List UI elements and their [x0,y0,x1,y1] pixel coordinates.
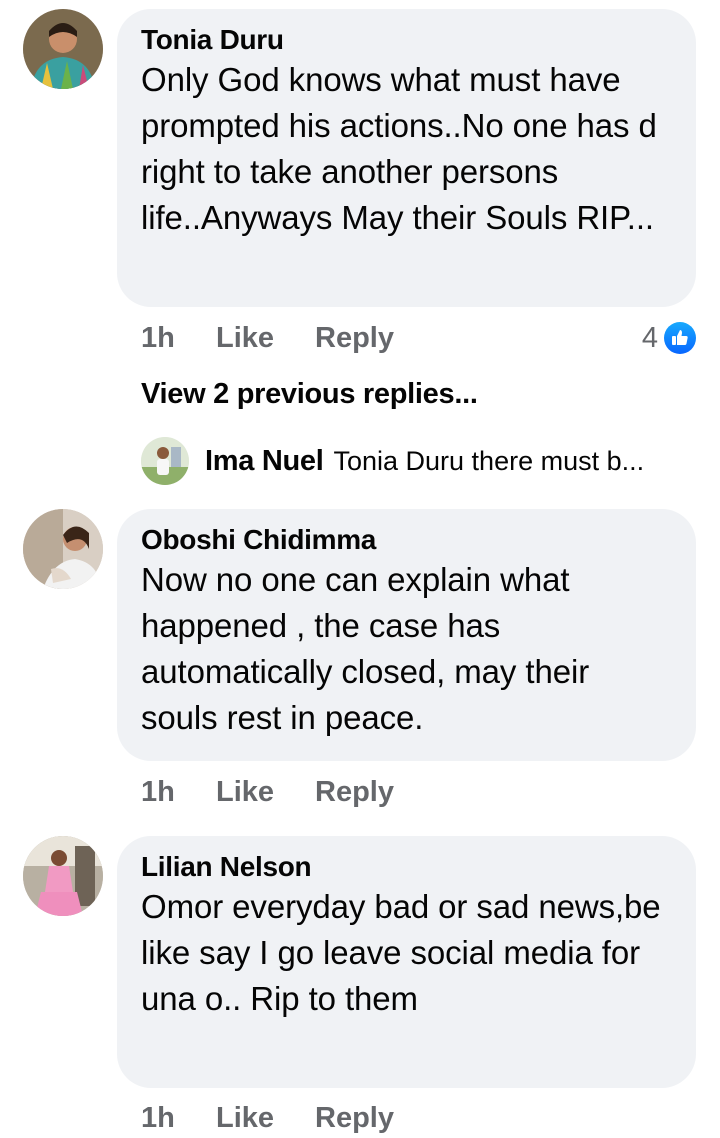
avatar-tonia-duru[interactable] [23,9,103,89]
view-previous-replies-link[interactable]: View 2 previous replies... [141,374,478,414]
comment-bubble: Lilian Nelson Omor everyday bad or sad n… [117,836,696,1088]
comment-bubble: Tonia Duru Only God knows what must have… [117,9,696,307]
comment-actions: 1h Like Reply 4 [141,318,696,358]
thumbs-up-icon [664,322,696,354]
comment-author[interactable]: Lilian Nelson [141,850,672,884]
comment-bubble: Oboshi Chidimma Now no one can explain w… [117,509,696,761]
like-button[interactable]: Like [216,1098,274,1138]
profile-photo-icon [23,836,103,916]
like-button[interactable]: Like [216,772,274,812]
comment-time[interactable]: 1h [141,772,175,812]
profile-photo-icon [23,9,103,89]
avatar-oboshi-chidimma[interactable] [23,509,103,589]
comment-time[interactable]: 1h [141,1098,175,1138]
reply-button[interactable]: Reply [315,772,394,812]
comment-author[interactable]: Tonia Duru [141,23,672,57]
profile-photo-icon [141,437,189,485]
avatar-lilian-nelson[interactable] [23,836,103,916]
latest-reply-preview[interactable]: Ima Nuel Tonia Duru there must b... [141,436,701,486]
avatar-ima-nuel[interactable] [141,437,189,485]
comment-actions: 1h Like Reply [141,772,541,812]
comment-author[interactable]: Oboshi Chidimma [141,523,672,557]
profile-photo-icon [23,509,103,589]
reply-preview-text: Tonia Duru there must b... [333,445,645,476]
reaction-count: 4 [641,322,658,354]
comment-text: Omor everyday bad or sad news,be like sa… [141,888,661,1017]
like-button[interactable]: Like [216,318,274,358]
comment-time[interactable]: 1h [141,318,175,358]
comment-text: Now no one can explain what happened , t… [141,561,590,736]
comment-text: Only God knows what must have prompted h… [141,61,657,236]
reply-author[interactable]: Ima Nuel [205,445,324,478]
reaction-summary[interactable]: 4 [642,318,696,358]
reply-button[interactable]: Reply [315,318,394,358]
reply-button[interactable]: Reply [315,1098,394,1138]
comment-actions: 1h Like Reply [141,1098,541,1138]
